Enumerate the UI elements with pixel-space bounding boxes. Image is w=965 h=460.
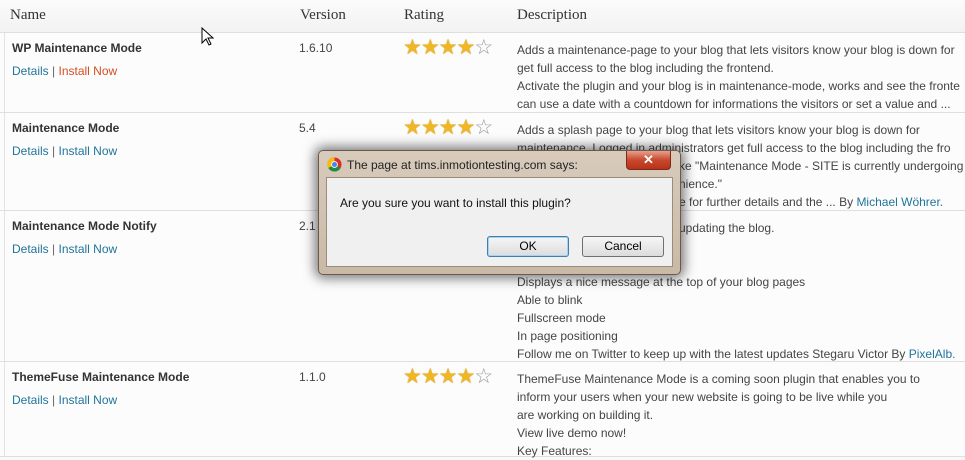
star-filled-icon: ★ <box>438 36 458 59</box>
plugin-description: Adds a maintenance-page to your blog tha… <box>517 43 960 111</box>
star-filled-icon: ★ <box>456 36 475 59</box>
star-filled-icon: ★ <box>420 365 440 388</box>
star-empty-icon: ☆ <box>474 365 493 388</box>
dialog-message: Are you sure you want to install this pl… <box>340 196 571 210</box>
star-empty-icon: ☆ <box>474 116 493 139</box>
column-header-version: Version <box>300 7 346 23</box>
install-now-link[interactable]: Install Now <box>58 242 117 256</box>
star-filled-icon: ★ <box>438 365 458 388</box>
star-rating: ★★★★☆ <box>403 365 493 388</box>
table-row: ThemeFuse Maintenance Mode Details | Ins… <box>0 362 965 458</box>
plugin-name: Maintenance Mode <box>12 121 120 135</box>
install-now-link[interactable]: Install Now <box>58 393 117 407</box>
details-link[interactable]: Details <box>12 144 49 158</box>
author-link[interactable]: Michael Wöhrer. <box>856 195 943 209</box>
details-link[interactable]: Details <box>12 242 49 256</box>
install-now-link[interactable]: Install Now <box>58 64 117 78</box>
plugin-version: 2.1 <box>299 219 316 233</box>
column-header-description: Description <box>517 7 587 23</box>
star-filled-icon: ★ <box>420 116 440 139</box>
author-link[interactable]: PixelAlb. <box>909 347 956 361</box>
star-filled-icon: ★ <box>456 116 475 139</box>
plugin-table-header: Name Version Rating Description <box>0 0 965 33</box>
plugin-description: ThemeFuse Maintenance Mode is a coming s… <box>517 372 920 458</box>
dialog-title: The page at tims.inmotiontesting.com say… <box>347 158 578 172</box>
plugin-version: 1.1.0 <box>299 370 326 384</box>
plugin-version: 5.4 <box>299 121 316 135</box>
star-empty-icon: ☆ <box>474 36 493 59</box>
install-now-link[interactable]: Install Now <box>58 144 117 158</box>
star-filled-icon: ★ <box>438 116 458 139</box>
star-filled-icon: ★ <box>456 365 475 388</box>
close-button[interactable]: ✕ <box>626 151 671 170</box>
star-rating: ★★★★☆ <box>403 116 493 139</box>
column-header-name: Name <box>10 7 46 23</box>
plugin-version: 1.6.10 <box>299 41 333 55</box>
column-header-rating: Rating <box>404 7 444 23</box>
star-filled-icon: ★ <box>403 116 422 139</box>
chrome-logo-icon <box>327 157 342 172</box>
plugin-name: WP Maintenance Mode <box>12 41 142 55</box>
star-rating: ★★★★☆ <box>403 36 493 59</box>
details-link[interactable]: Details <box>12 64 49 78</box>
cancel-button[interactable]: Cancel <box>582 236 664 257</box>
star-filled-icon: ★ <box>403 365 422 388</box>
details-link[interactable]: Details <box>12 393 49 407</box>
table-row: WP Maintenance Mode Details | Install No… <box>0 33 965 113</box>
ok-button[interactable]: OK <box>487 236 569 257</box>
plugin-name: ThemeFuse Maintenance Mode <box>12 370 190 384</box>
star-filled-icon: ★ <box>420 36 440 59</box>
star-filled-icon: ★ <box>403 36 422 59</box>
plugin-name: Maintenance Mode Notify <box>12 219 157 233</box>
mouse-cursor-icon <box>201 27 215 46</box>
